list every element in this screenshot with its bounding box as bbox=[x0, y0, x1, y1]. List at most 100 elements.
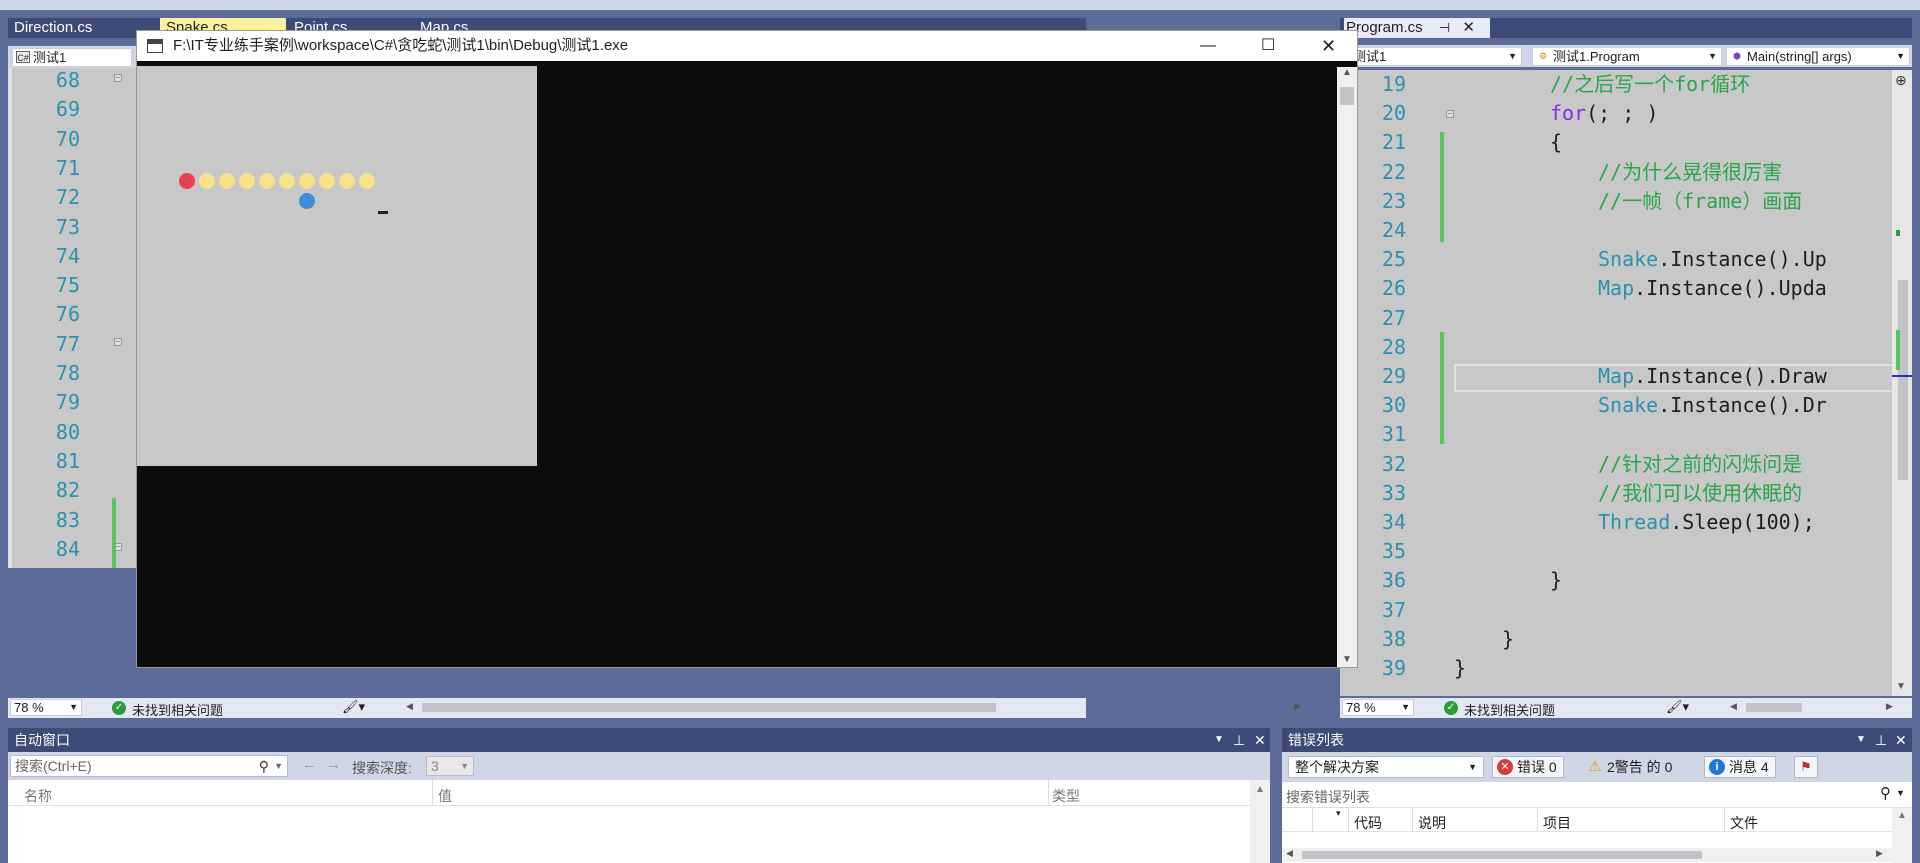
right-project-combo[interactable]: 测试1 ▼ bbox=[1342, 47, 1522, 66]
close-icon[interactable]: ✕ bbox=[1321, 31, 1336, 61]
scroll-left-icon[interactable]: ◀ bbox=[1730, 701, 1737, 712]
right-horizontal-scrollbar[interactable]: ◀ ▶ bbox=[1730, 701, 1900, 713]
right-zoom-combo[interactable]: 78 % ▼ bbox=[1342, 699, 1414, 716]
console-title-bar[interactable]: F:\IT专业练手案例\workspace\C#\贪吃蛇\测试1\bin\Deb… bbox=[137, 31, 1357, 61]
title-strip bbox=[0, 0, 1920, 10]
right-class-combo[interactable]: ⚙ 测试1.Program ▼ bbox=[1532, 47, 1722, 66]
errors-count: 错误 0 bbox=[1517, 759, 1557, 775]
scroll-right-icon[interactable]: ▶ bbox=[1294, 701, 1301, 712]
scroll-up-icon[interactable]: ▲ bbox=[1897, 810, 1907, 821]
left-hscroll-thumb[interactable] bbox=[422, 703, 996, 712]
scroll-left-icon[interactable]: ◀ bbox=[1286, 848, 1293, 859]
line-number: 83 bbox=[55, 507, 80, 532]
error-col-file[interactable]: 文件 bbox=[1730, 813, 1758, 833]
right-vscroll-thumb[interactable] bbox=[1898, 280, 1908, 480]
chevron-down-icon[interactable]: ▼ bbox=[1896, 788, 1905, 798]
scroll-up-icon[interactable]: ▲ bbox=[1255, 784, 1265, 795]
error-search-placeholder: 搜索错误列表 bbox=[1286, 789, 1370, 805]
error-search-box[interactable]: 搜索错误列表 ⚲ ▼ bbox=[1282, 782, 1912, 808]
autos-col-type[interactable]: 类型 bbox=[1052, 786, 1080, 806]
code-token: } bbox=[1550, 568, 1563, 593]
left-horizontal-scrollbar[interactable]: ◀ ▶ bbox=[406, 701, 1301, 713]
search-depth-combo[interactable]: 3 ▼ bbox=[426, 756, 474, 776]
forward-arrow-icon[interactable]: → bbox=[326, 756, 341, 773]
pin-icon[interactable]: ⊥ bbox=[1875, 728, 1887, 752]
code-line: //针对之前的闪烁问是 bbox=[1598, 452, 1802, 476]
error-col-code[interactable]: 代码 bbox=[1354, 813, 1382, 833]
close-icon[interactable]: ✕ bbox=[1895, 728, 1907, 752]
search-icon[interactable]: ⚲ bbox=[259, 756, 269, 776]
split-icon[interactable]: ⊕ bbox=[1895, 72, 1907, 89]
close-icon[interactable]: ✕ bbox=[1462, 19, 1475, 36]
scroll-left-icon[interactable]: ◀ bbox=[406, 701, 413, 712]
autos-search-input[interactable]: 搜索(Ctrl+E) ⚲ ▼ bbox=[10, 755, 288, 777]
scroll-up-icon[interactable]: ▲ bbox=[1342, 67, 1352, 78]
tab-program[interactable]: Program.cs ⊣ ✕ bbox=[1344, 18, 1490, 38]
collapse-icon[interactable]: – bbox=[114, 74, 122, 82]
snake-body-segment bbox=[279, 173, 295, 189]
error-grid[interactable]: ▾ 代码 说明 项目 文件 ◀ ▶ ▲ bbox=[1282, 808, 1912, 863]
brush-icon[interactable]: 🖌▾ bbox=[1666, 699, 1689, 715]
info-icon: i bbox=[1709, 759, 1725, 775]
scroll-right-icon[interactable]: ▶ bbox=[1876, 848, 1883, 859]
right-member-label: Main(string[] args) bbox=[1747, 49, 1852, 64]
snake-body-segment bbox=[219, 173, 235, 189]
right-member-combo[interactable]: ⬢ Main(string[] args) ▼ bbox=[1726, 47, 1910, 66]
autos-vertical-scrollbar[interactable]: ▲ bbox=[1250, 780, 1270, 863]
code-token: { bbox=[1550, 130, 1563, 155]
messages-filter-button[interactable]: i 消息 4 bbox=[1704, 756, 1776, 778]
autos-panel-title: 自动窗口 bbox=[14, 732, 70, 748]
minimize-icon[interactable]: — bbox=[1200, 31, 1216, 61]
line-number: 85 bbox=[20, 566, 80, 568]
autos-panel-title-bar: 自动窗口 ▼ ⊥ ✕ bbox=[8, 728, 1270, 752]
autos-col-name[interactable]: 名称 bbox=[24, 786, 52, 806]
scroll-right-icon[interactable]: ▶ bbox=[1886, 701, 1893, 712]
sort-icon[interactable]: ▾ bbox=[1336, 808, 1341, 819]
autos-col-value[interactable]: 值 bbox=[438, 786, 452, 806]
error-header-row: ▾ 代码 说明 项目 文件 bbox=[1282, 808, 1912, 832]
scroll-down-icon[interactable]: ▼ bbox=[1342, 654, 1352, 665]
code-token: .Instance().Dr bbox=[1658, 393, 1827, 418]
code-line: Snake.Instance().Up bbox=[1598, 247, 1827, 271]
build-filter-icon[interactable]: ⚑ bbox=[1794, 756, 1818, 778]
code-line: { bbox=[1550, 130, 1562, 154]
collapse-icon[interactable]: – bbox=[114, 337, 122, 346]
right-hscroll-thumb[interactable] bbox=[1746, 703, 1802, 712]
right-code-area[interactable]: 19 20 21 22 23 24 25 26 27 28 29 30 31 32 33 34 35 36 37 38… bbox=[1340, 70, 1912, 696]
autos-search-placeholder: 搜索(Ctrl+E) bbox=[15, 758, 92, 774]
warnings-filter-button[interactable]: ⚠ 2警告 的 0 bbox=[1582, 756, 1679, 778]
back-arrow-icon[interactable]: ← bbox=[302, 756, 317, 773]
snake-body-segment bbox=[199, 173, 215, 189]
line-number: 84 bbox=[55, 536, 80, 561]
error-horizontal-scrollbar[interactable]: ◀ ▶ bbox=[1282, 848, 1892, 862]
right-vertical-scrollbar[interactable]: ⊕ ▼ bbox=[1892, 70, 1912, 696]
brush-icon[interactable]: 🖌▾ bbox=[342, 699, 365, 715]
error-scope-combo[interactable]: 整个解决方案 ▼ bbox=[1288, 756, 1484, 778]
maximize-icon[interactable]: ☐ bbox=[1261, 31, 1275, 61]
left-project-combo[interactable]: C# 测试1 bbox=[12, 48, 132, 67]
console-vertical-scrollbar[interactable]: ▲ ▼ bbox=[1337, 67, 1357, 667]
error-col-project[interactable]: 项目 bbox=[1543, 813, 1571, 833]
dropdown-icon[interactable]: ▼ bbox=[1214, 728, 1224, 752]
left-zoom-combo[interactable]: 78 % ▼ bbox=[10, 699, 82, 716]
scroll-down-icon[interactable]: ▼ bbox=[1896, 681, 1906, 692]
error-list-title-bar: 错误列表 ▼ ⊥ ✕ bbox=[1282, 728, 1912, 752]
close-icon[interactable]: ✕ bbox=[1254, 728, 1266, 752]
pin-icon[interactable]: ⊣ bbox=[1439, 20, 1450, 35]
warning-icon: ⚠ bbox=[1588, 758, 1602, 775]
pin-icon[interactable]: ⊥ bbox=[1233, 728, 1245, 752]
code-token: .Instance().Draw bbox=[1634, 364, 1827, 388]
errors-filter-button[interactable]: ✕ 错误 0 bbox=[1492, 756, 1564, 778]
collapse-icon[interactable]: – bbox=[1446, 110, 1454, 118]
autos-grid[interactable]: 名称 值 类型 ▲ bbox=[8, 780, 1270, 863]
search-icon[interactable]: ⚲ bbox=[1880, 784, 1891, 802]
error-vertical-scrollbar[interactable]: ▲ bbox=[1892, 808, 1912, 863]
console-window[interactable]: F:\IT专业练手案例\workspace\C#\贪吃蛇\测试1\bin\Deb… bbox=[136, 30, 1358, 668]
dropdown-icon[interactable]: ▼ bbox=[1856, 728, 1866, 752]
line-number: 76 bbox=[55, 302, 80, 327]
chevron-down-icon[interactable]: ▼ bbox=[274, 756, 283, 776]
console-vscroll-thumb[interactable] bbox=[1340, 87, 1354, 105]
right-class-label: 测试1.Program bbox=[1553, 49, 1640, 64]
error-col-description[interactable]: 说明 bbox=[1418, 813, 1446, 833]
csharp-icon: C# bbox=[16, 51, 30, 63]
